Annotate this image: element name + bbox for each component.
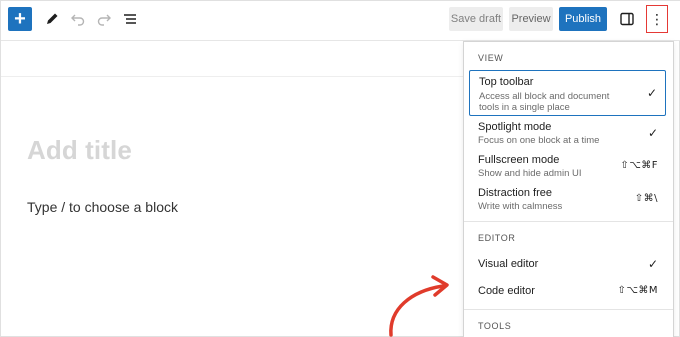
post-title-input[interactable]: Add title	[27, 135, 132, 166]
keyboard-shortcut: ⇧⌥⌘F	[620, 160, 658, 171]
menu-item-top-toolbar[interactable]: Top toolbar Access all block and documen…	[469, 70, 666, 116]
checkmark-icon: ✓	[646, 86, 657, 100]
menu-item-title: Visual editor	[478, 258, 539, 270]
editor-section-label: EDITOR	[478, 233, 516, 243]
menu-item-title: Fullscreen mode	[478, 154, 560, 166]
menu-item-distraction-free[interactable]: Distraction free Write with calmness ⇧⌘\	[469, 185, 666, 215]
save-draft-button[interactable]: Save draft	[449, 7, 503, 31]
menu-item-description: Show and hide admin UI	[478, 168, 582, 179]
menu-divider	[464, 221, 673, 222]
editor-window: + Save draft Preview Publish ⋮ Add title…	[0, 0, 680, 337]
menu-item-description: tools in a single place	[479, 102, 570, 113]
tools-section-label: TOOLS	[478, 321, 512, 331]
tools-button[interactable]	[41, 8, 63, 30]
undo-button[interactable]	[67, 8, 89, 30]
top-toolbar: + Save draft Preview Publish ⋮	[1, 1, 680, 41]
view-section-label: VIEW	[478, 53, 504, 63]
menu-item-visual-editor[interactable]: Visual editor ✓	[469, 253, 666, 275]
redo-button[interactable]	[93, 8, 115, 30]
publish-button[interactable]: Publish	[559, 7, 607, 31]
menu-item-code-editor[interactable]: Code editor ⇧⌥⌘M	[469, 280, 666, 302]
kebab-icon: ⋮	[650, 10, 664, 27]
keyboard-shortcut: ⇧⌥⌘M	[617, 285, 658, 296]
sidebar-icon	[620, 12, 634, 26]
menu-item-fullscreen-mode[interactable]: Fullscreen mode Show and hide admin UI ⇧…	[469, 152, 666, 182]
pen-icon	[47, 13, 58, 24]
menu-item-title: Top toolbar	[479, 76, 534, 88]
checkmark-icon: ✓	[647, 257, 658, 271]
menu-item-title: Spotlight mode	[478, 121, 552, 133]
plus-icon: +	[14, 8, 26, 30]
editor-divider	[1, 76, 465, 77]
menu-item-description: Focus on one block at a time	[478, 135, 600, 146]
keyboard-shortcut: ⇧⌘\	[634, 193, 658, 204]
menu-item-title: Distraction free	[478, 187, 552, 199]
curved-arrow-annotation	[389, 275, 449, 337]
redo-icon	[97, 14, 111, 26]
list-view-icon	[124, 14, 136, 24]
settings-sidebar-button[interactable]	[617, 9, 637, 29]
add-block-button[interactable]: +	[8, 7, 32, 31]
menu-item-spotlight-mode[interactable]: Spotlight mode Focus on one block at a t…	[469, 118, 666, 148]
options-menu-button[interactable]: ⋮	[646, 5, 668, 33]
menu-item-title: Code editor	[478, 285, 535, 297]
block-appender[interactable]: Type / to choose a block	[27, 199, 178, 215]
document-overview-button[interactable]	[119, 8, 141, 30]
preview-button[interactable]: Preview	[509, 7, 553, 31]
menu-item-description: Write with calmness	[478, 201, 563, 212]
checkmark-icon: ✓	[647, 126, 658, 140]
menu-divider	[464, 309, 673, 310]
options-dropdown: VIEW Top toolbar Access all block and do…	[463, 41, 674, 337]
undo-icon	[71, 14, 85, 26]
